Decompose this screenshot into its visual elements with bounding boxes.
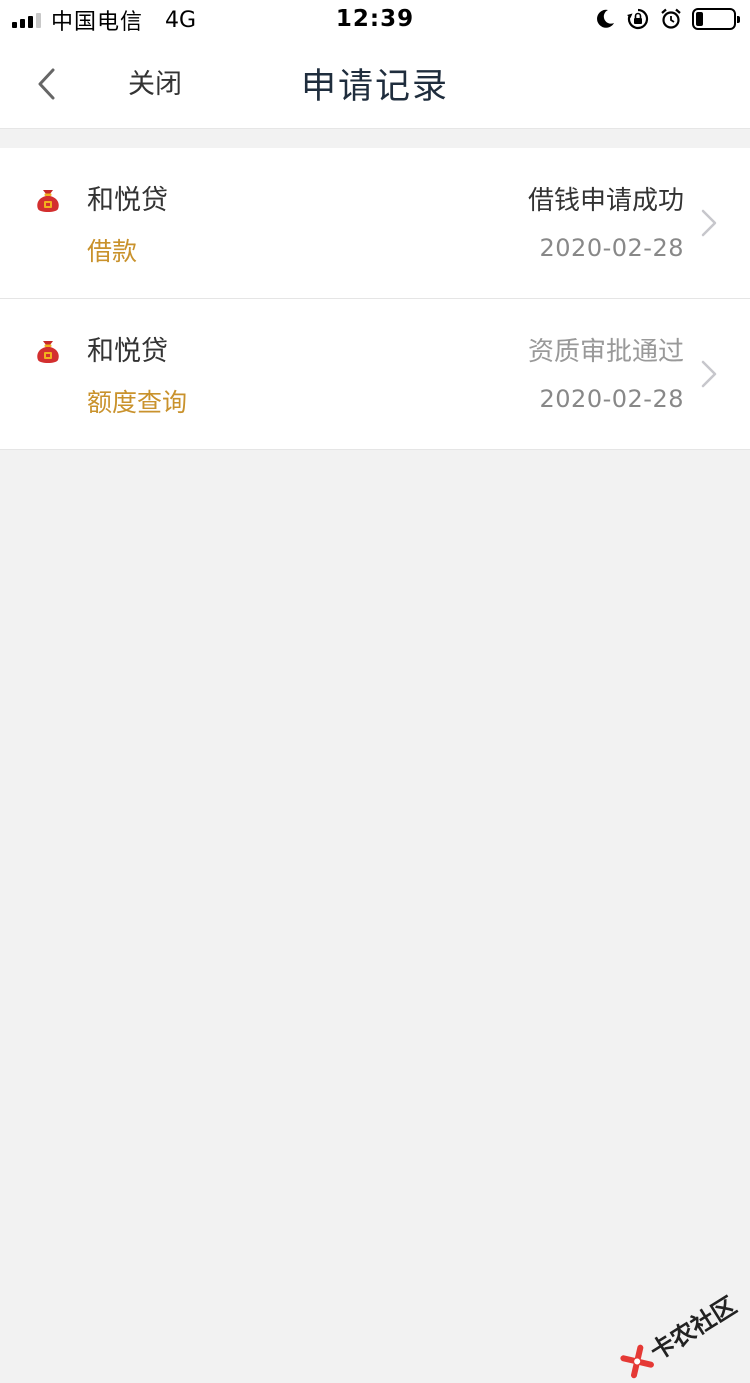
alarm-icon — [661, 8, 681, 29]
record-row[interactable]: 和悦贷 借款 借钱申请成功 2020-02-28 — [0, 148, 750, 299]
money-bag-icon — [37, 341, 59, 363]
rotation-lock-icon — [627, 8, 649, 30]
record-status: 借钱申请成功 — [527, 186, 684, 216]
record-date: 2020-02-28 — [539, 385, 684, 413]
moon-icon — [597, 9, 614, 28]
record-status: 资质审批通过 — [527, 337, 684, 367]
nav-bar: 关闭 申请记录 — [0, 40, 750, 129]
record-type: 借款 — [87, 237, 138, 266]
chevron-right-icon — [701, 209, 717, 237]
record-type: 额度查询 — [87, 388, 188, 417]
record-row[interactable]: 和悦贷 额度查询 资质审批通过 2020-02-28 — [0, 299, 750, 450]
money-bag-icon — [37, 190, 59, 212]
record-list: 和悦贷 借款 借钱申请成功 2020-02-28 和悦贷 额度查询 资质审批通过… — [0, 148, 750, 450]
watermark-text: 卡农社区 — [645, 1291, 742, 1367]
battery-level — [696, 12, 703, 26]
watermark: 卡农社区 — [617, 1286, 742, 1382]
status-bar: 中国电信 4G 12:39 — [0, 0, 750, 40]
chevron-right-icon — [701, 360, 717, 388]
record-name: 和悦贷 — [87, 185, 168, 216]
record-name: 和悦贷 — [87, 336, 168, 367]
record-date: 2020-02-28 — [539, 234, 684, 262]
page-title: 申请记录 — [300, 67, 449, 107]
status-right — [594, 7, 740, 31]
battery-icon — [692, 8, 740, 30]
